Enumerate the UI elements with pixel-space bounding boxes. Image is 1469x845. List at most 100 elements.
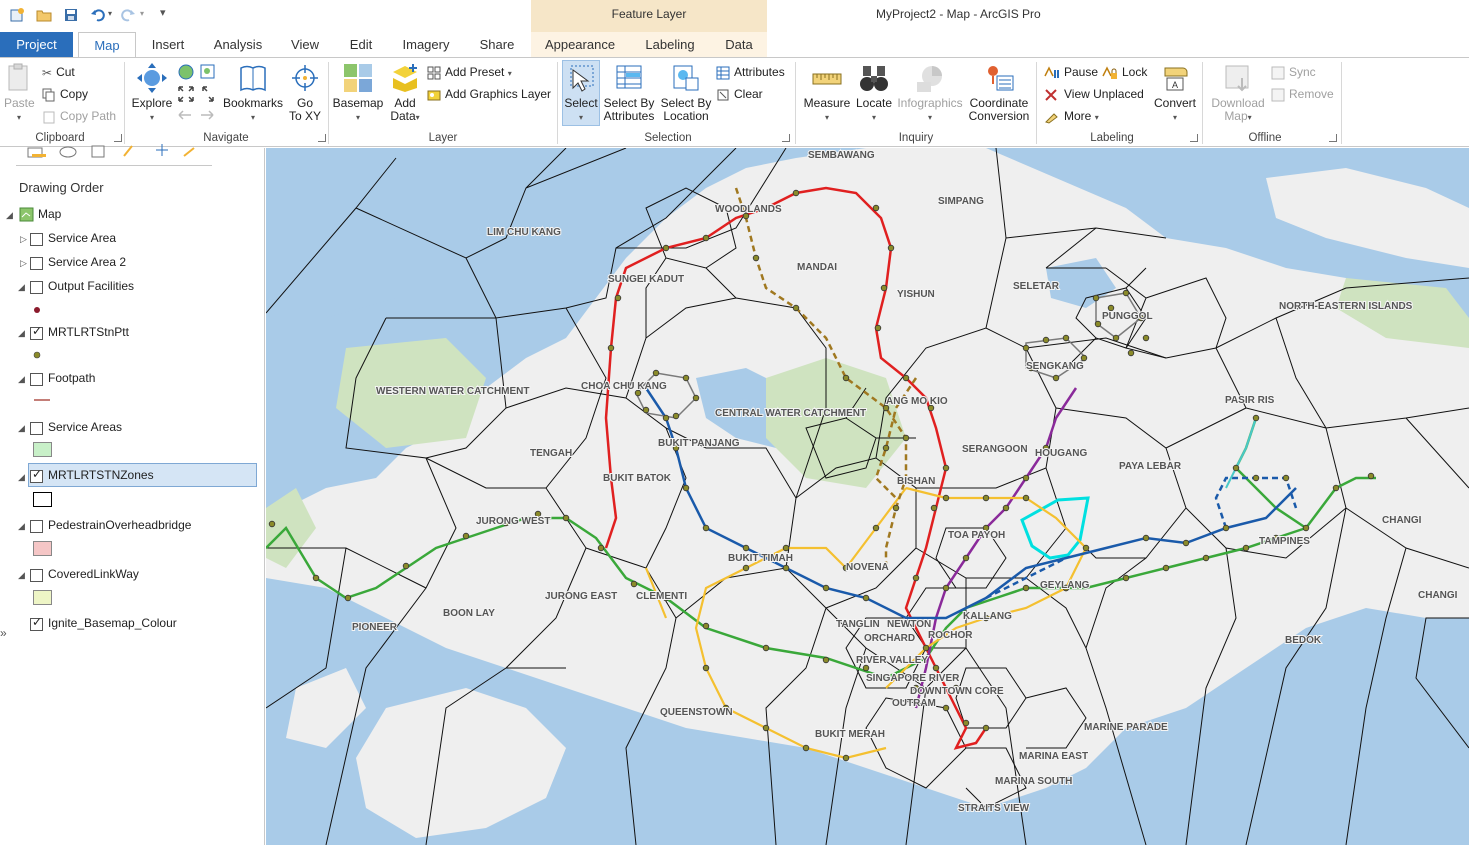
coordinate-conversion-button[interactable]: Coordinate Conversion: [966, 62, 1032, 123]
customize-qat-icon[interactable]: ▾: [160, 6, 166, 19]
go-to-xy-button[interactable]: Go To XY: [287, 62, 323, 123]
toc-layer-pedestrian-overhead-bridge[interactable]: PedestrainOverheadbridge: [48, 515, 191, 535]
expand-icon[interactable]: ▷: [20, 258, 27, 269]
map-view[interactable]: SEMBAWANG WOODLANDS SIMPANG LIM CHU KANG…: [266, 148, 1469, 845]
copy-button[interactable]: Copy: [42, 85, 88, 103]
map-collapse-icon[interactable]: ◢: [6, 210, 13, 221]
tab-edit[interactable]: Edit: [341, 32, 381, 58]
toc-layer-mrtlrtstnptt[interactable]: MRTLRTStnPtt: [48, 322, 129, 342]
pause-labeling-button[interactable]: Pause: [1044, 63, 1098, 81]
toc-layer-output-facilities[interactable]: Output Facilities: [48, 276, 134, 296]
labeling-launcher-icon[interactable]: [1190, 134, 1198, 142]
output-facilities-symbol[interactable]: [32, 305, 42, 315]
undo-dropdown-icon[interactable]: ▾: [108, 9, 112, 18]
offline-launcher-icon[interactable]: [1329, 134, 1337, 142]
tab-data[interactable]: Data: [718, 32, 760, 58]
undo-icon[interactable]: [90, 7, 106, 23]
toc-map-label[interactable]: Map: [38, 204, 61, 224]
tab-imagery[interactable]: Imagery: [396, 32, 456, 58]
service-areas-symbol[interactable]: [33, 442, 52, 457]
copy-path-button[interactable]: Copy Path: [42, 107, 116, 125]
more-labeling-button[interactable]: More ▾: [1044, 107, 1099, 125]
add-preset-button[interactable]: Add Preset ▾: [427, 63, 512, 81]
clipboard-launcher-icon[interactable]: [114, 134, 122, 142]
explore-button[interactable]: Explore ▾: [130, 62, 174, 124]
toc-layer-mrtlrtstnzones[interactable]: MRTLRTSTNZones: [48, 465, 154, 485]
selection-launcher-icon[interactable]: [782, 134, 790, 142]
basemap-button[interactable]: Basemap ▾: [332, 62, 384, 124]
tab-share[interactable]: Share: [472, 32, 522, 58]
tab-labeling[interactable]: Labeling: [637, 32, 703, 58]
tab-appearance[interactable]: Appearance: [538, 32, 622, 58]
redo-icon[interactable]: [120, 7, 136, 23]
layer-visibility-checkbox[interactable]: [30, 324, 43, 340]
paste-button[interactable]: Paste ▾: [4, 62, 35, 124]
tab-view[interactable]: View: [283, 32, 327, 58]
toc-layer-covered-link-way[interactable]: CoveredLinkWay: [48, 564, 139, 584]
collapse-icon[interactable]: ◢: [18, 472, 25, 483]
map-label: PUNGGOL: [1102, 311, 1153, 322]
tab-insert[interactable]: Insert: [142, 32, 194, 58]
attributes-button[interactable]: Attributes: [716, 63, 785, 81]
layer-visibility-checkbox[interactable]: [30, 373, 43, 386]
expand-icon[interactable]: ▷: [20, 234, 27, 245]
map-canvas[interactable]: SEMBAWANG WOODLANDS SIMPANG LIM CHU KANG…: [266, 148, 1469, 845]
lock-labels-button[interactable]: Lock: [1102, 63, 1147, 81]
tab-map[interactable]: Map: [78, 32, 136, 59]
pane-collapse-icon[interactable]: »: [0, 626, 7, 640]
save-icon[interactable]: [63, 7, 79, 23]
overhead-bridge-symbol[interactable]: [33, 541, 52, 556]
view-unplaced-label: View Unplaced: [1064, 87, 1144, 101]
select-by-attributes-button[interactable]: Select By Attributes: [601, 62, 657, 123]
add-graphics-layer-button[interactable]: Add Graphics Layer: [427, 85, 551, 103]
new-project-icon[interactable]: [9, 7, 25, 23]
layer-visibility-checkbox[interactable]: [30, 569, 43, 582]
toc-layer-service-area[interactable]: Service Area: [48, 228, 116, 248]
add-data-button[interactable]: Add Data▾: [386, 62, 424, 124]
tab-analysis[interactable]: Analysis: [208, 32, 268, 58]
zones-symbol[interactable]: [33, 492, 52, 507]
open-folder-icon[interactable]: [36, 7, 52, 23]
contents-view-icons[interactable]: [24, 144, 204, 158]
tab-project[interactable]: Project: [0, 32, 73, 58]
map-label: JURONG EAST: [545, 591, 617, 602]
layer-visibility-checkbox[interactable]: [30, 467, 43, 483]
infographics-button[interactable]: Infographics ▾: [896, 62, 964, 124]
footpath-symbol[interactable]: [32, 396, 52, 404]
navigate-launcher-icon[interactable]: [318, 134, 326, 142]
collapse-icon[interactable]: ◢: [18, 282, 25, 293]
map-label: MANDAI: [797, 262, 837, 273]
toc-layer-basemap[interactable]: Ignite_Basemap_Colour: [48, 613, 177, 633]
layer-visibility-checkbox[interactable]: [30, 615, 43, 631]
crosshair-icon: [292, 65, 318, 91]
clear-selection-button[interactable]: Clear: [716, 85, 763, 103]
sync-button[interactable]: Sync: [1271, 63, 1316, 81]
layer-visibility-checkbox[interactable]: [30, 257, 43, 270]
locate-button[interactable]: Locate ▾: [853, 62, 895, 124]
pulau-ubin: [1266, 168, 1469, 268]
convert-labels-button[interactable]: A Convert ▾: [1152, 62, 1198, 124]
download-map-button[interactable]: Download Map▾: [1208, 62, 1268, 124]
toc-layer-service-area-2[interactable]: Service Area 2: [48, 252, 126, 272]
measure-button[interactable]: Measure ▾: [802, 62, 852, 124]
redo-dropdown-icon[interactable]: ▾: [140, 9, 144, 18]
layer-visibility-checkbox[interactable]: [30, 422, 43, 435]
layer-visibility-checkbox[interactable]: [30, 281, 43, 294]
view-unplaced-button[interactable]: View Unplaced: [1044, 85, 1144, 103]
covered-link-symbol[interactable]: [33, 590, 52, 605]
collapse-icon[interactable]: ◢: [18, 328, 25, 339]
toc-layer-service-areas[interactable]: Service Areas: [48, 417, 122, 437]
mrt-station-symbol[interactable]: [32, 350, 42, 360]
remove-offline-button[interactable]: Remove: [1271, 85, 1334, 103]
layer-visibility-checkbox[interactable]: [30, 233, 43, 246]
bookmarks-button[interactable]: Bookmarks ▾: [222, 62, 284, 124]
toc-layer-footpath[interactable]: Footpath: [48, 368, 95, 388]
collapse-icon[interactable]: ◢: [18, 423, 25, 434]
collapse-icon[interactable]: ◢: [18, 570, 25, 581]
select-button[interactable]: Select ▾: [562, 62, 600, 124]
collapse-icon[interactable]: ◢: [18, 521, 25, 532]
collapse-icon[interactable]: ◢: [18, 374, 25, 385]
select-by-location-button[interactable]: Select By Location: [659, 62, 713, 123]
cut-button[interactable]: ✂ Cut: [42, 63, 75, 81]
layer-visibility-checkbox[interactable]: [30, 520, 43, 533]
